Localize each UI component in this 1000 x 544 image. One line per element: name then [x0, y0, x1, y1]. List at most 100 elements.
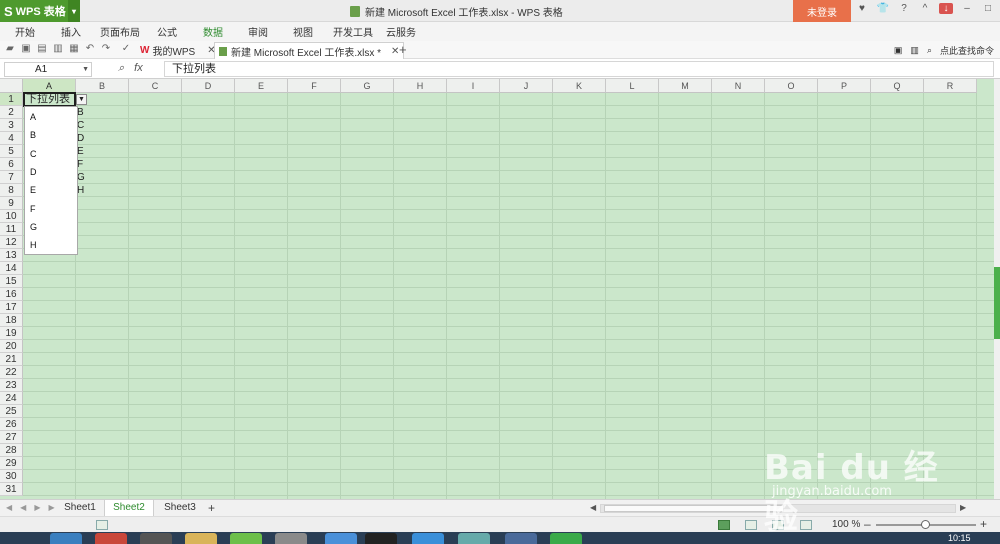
column-header-p[interactable]: P [818, 79, 871, 93]
last-sheet-icon[interactable]: ▶ [48, 503, 54, 512]
search-icon[interactable]: ⌕ [927, 45, 932, 56]
taskbar-ie-icon[interactable] [325, 533, 357, 544]
taskbar-chat-icon[interactable] [230, 533, 262, 544]
undo-icon[interactable]: ↶ [84, 43, 96, 55]
column-header-g[interactable]: G [341, 79, 394, 93]
fx-icon[interactable]: fx [134, 62, 143, 75]
help-icon[interactable]: ? [897, 3, 911, 14]
taskbar-browser-icon[interactable] [95, 533, 127, 544]
scroll-left-icon[interactable]: ◀ [590, 503, 596, 512]
row-header-23[interactable]: 23 [0, 379, 23, 392]
cell-b5[interactable]: E [77, 145, 84, 158]
row-header-8[interactable]: 8 [0, 184, 23, 197]
row-header-1[interactable]: 1 [0, 93, 23, 106]
collapse-icon[interactable]: ▥ [910, 45, 919, 56]
taskbar-app2-icon[interactable] [412, 533, 444, 544]
doc-mode-icon[interactable]: ▣ [894, 45, 903, 56]
row-header-28[interactable]: 28 [0, 444, 23, 457]
column-header-l[interactable]: L [606, 79, 659, 93]
column-header-a[interactable]: A [23, 79, 76, 93]
add-sheet-icon[interactable]: + [208, 500, 215, 516]
pin-icon[interactable]: ✓ [120, 43, 132, 55]
taskbar-tool-icon[interactable] [275, 533, 307, 544]
dropdown-option[interactable]: F [30, 204, 36, 214]
row-header-10[interactable]: 10 [0, 210, 23, 223]
taskbar-qq-icon[interactable] [365, 533, 397, 544]
row-header-7[interactable]: 7 [0, 171, 23, 184]
name-box[interactable]: A1 ▼ [4, 62, 92, 77]
cell-b3[interactable]: C [77, 119, 84, 132]
select-all-corner[interactable] [0, 79, 23, 93]
column-header-n[interactable]: N [712, 79, 765, 93]
column-header-o[interactable]: O [765, 79, 818, 93]
column-header-b[interactable]: B [76, 79, 129, 93]
column-header-c[interactable]: C [129, 79, 182, 93]
spreadsheet-grid[interactable]: A B C D E F G H I J K L M N O P Q R 1 2 3 4 5 6 7 8 9 10 11 12 13 14 15 1… [0, 79, 994, 499]
row-header-11[interactable]: 11 [0, 223, 23, 236]
taskbar-app-icon[interactable] [50, 533, 82, 544]
login-button[interactable]: 未登录 [793, 0, 851, 22]
sheet-tab-2[interactable]: Sheet2 [104, 500, 154, 516]
row-header-15[interactable]: 15 [0, 275, 23, 288]
export-icon[interactable]: ▤ [36, 43, 48, 55]
menu-page-layout[interactable]: 页面布局 [100, 22, 140, 41]
row-header-29[interactable]: 29 [0, 457, 23, 470]
row-header-4[interactable]: 4 [0, 132, 23, 145]
menu-insert[interactable]: 插入 [61, 22, 81, 41]
maximize-window-icon[interactable]: □ [981, 3, 995, 14]
feedback-icon[interactable]: ↓ [939, 3, 953, 14]
page-break-view-icon[interactable] [745, 520, 757, 530]
menu-home[interactable]: 开始 [15, 22, 35, 41]
menu-developer[interactable]: 开发工具 [333, 22, 373, 41]
taskbar-terminal-icon[interactable] [140, 533, 172, 544]
row-header-14[interactable]: 14 [0, 262, 23, 275]
next-sheet-icon[interactable]: ▶ [34, 503, 40, 512]
formula-input[interactable]: 下拉列表 [164, 61, 994, 77]
column-header-m[interactable]: M [659, 79, 712, 93]
row-header-5[interactable]: 5 [0, 145, 23, 158]
row-header-16[interactable]: 16 [0, 288, 23, 301]
dropdown-option[interactable]: B [30, 130, 36, 140]
tab-document[interactable]: 新建 Microsoft Excel 工作表.xlsx * ✕ [214, 42, 405, 59]
zoom-search-icon[interactable]: ⌕ [118, 62, 124, 75]
command-search-label[interactable]: 点此查找命令 [940, 44, 994, 57]
taskbar-app4-icon[interactable] [505, 533, 537, 544]
taskbar-folder-icon[interactable] [185, 533, 217, 544]
horizontal-scroll-thumb[interactable] [604, 505, 784, 512]
row-header-22[interactable]: 22 [0, 366, 23, 379]
menu-data[interactable]: 数据 [203, 22, 223, 41]
row-header-18[interactable]: 18 [0, 314, 23, 327]
dropdown-option[interactable]: H [30, 240, 37, 250]
dropdown-arrow-icon[interactable]: ▼ [76, 94, 87, 105]
app-menu-chevron-icon[interactable]: ▾ [68, 0, 80, 22]
sheet-tab-1[interactable]: Sheet1 [56, 500, 104, 516]
dropdown-option[interactable]: A [30, 112, 36, 122]
row-header-6[interactable]: 6 [0, 158, 23, 171]
row-header-19[interactable]: 19 [0, 327, 23, 340]
row-header-3[interactable]: 3 [0, 119, 23, 132]
row-header-30[interactable]: 30 [0, 470, 23, 483]
shirt-icon[interactable]: 👕 [876, 3, 890, 14]
validation-dropdown-list[interactable]: ABCDEFGH [24, 106, 78, 255]
column-header-h[interactable]: H [394, 79, 447, 93]
cell-b7[interactable]: G [77, 171, 85, 184]
row-header-27[interactable]: 27 [0, 431, 23, 444]
taskbar-app3-icon[interactable] [458, 533, 490, 544]
active-cell-a1[interactable]: 下拉列表 [23, 92, 76, 107]
row-header-12[interactable]: 12 [0, 236, 23, 249]
cell-b4[interactable]: D [77, 132, 84, 145]
row-header-31[interactable]: 31 [0, 483, 23, 496]
taskbar-wps-icon[interactable] [550, 533, 582, 544]
dropdown-option[interactable]: C [30, 149, 37, 159]
column-header-q[interactable]: Q [871, 79, 924, 93]
skin-icon[interactable]: ♥ [855, 3, 869, 14]
column-header-e[interactable]: E [235, 79, 288, 93]
redo-icon[interactable]: ↷ [100, 43, 112, 55]
cell-b8[interactable]: H [77, 184, 84, 197]
zoom-in-icon[interactable]: + [980, 517, 987, 531]
row-header-26[interactable]: 26 [0, 418, 23, 431]
row-header-2[interactable]: 2 [0, 106, 23, 119]
save-icon[interactable]: ▣ [20, 43, 32, 55]
menu-review[interactable]: 审阅 [248, 22, 268, 41]
column-header-d[interactable]: D [182, 79, 235, 93]
